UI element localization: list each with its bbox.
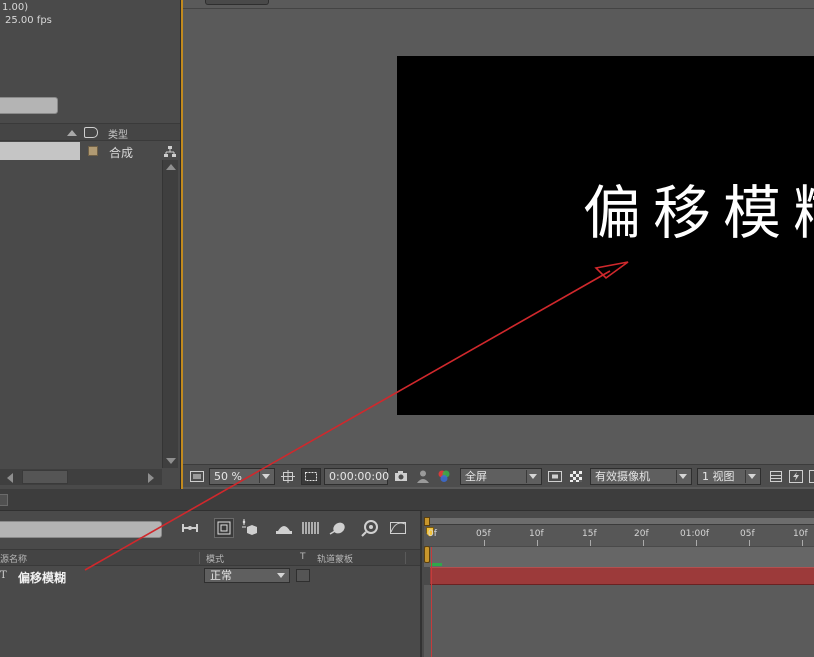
layer-duration-bar[interactable] (430, 567, 814, 585)
ruler-tick (484, 540, 485, 546)
comp-mini-flowchart-icon[interactable] (180, 518, 200, 538)
camera-view-value: 有效摄像机 (595, 470, 650, 483)
column-mode[interactable]: 模式 (206, 552, 224, 565)
live-update-icon (217, 521, 231, 535)
timeline-tab-bar (0, 489, 814, 511)
current-time-indicator-line[interactable] (431, 547, 432, 657)
scroll-thumb[interactable] (22, 470, 68, 484)
timeline-panel: 源名称 模式 T 轨道蒙板 T 偏移模糊 正常 0f 05f 10f 15f 2… (0, 489, 814, 657)
project-item-name[interactable] (0, 142, 80, 160)
project-item-row[interactable]: 合成 (0, 142, 162, 160)
layer-column-header: 源名称 模式 T 轨道蒙板 (0, 549, 420, 566)
ruler-tick-label: 10f (793, 529, 808, 539)
zoom-dropdown[interactable]: 50 % (209, 468, 275, 485)
label-color-swatch[interactable] (88, 146, 98, 156)
brainstorm-icon[interactable] (360, 518, 380, 538)
fit-frame-icon[interactable] (280, 469, 296, 484)
column-divider (405, 552, 406, 564)
timecode-display[interactable]: 0:00:00:00 (324, 468, 389, 485)
blend-mode-value: 正常 (210, 569, 232, 582)
composition-canvas[interactable]: 偏移模糊 (397, 56, 814, 415)
scroll-right-icon[interactable] (148, 473, 154, 483)
preserve-transparency-checkbox[interactable] (296, 569, 310, 582)
column-divider (199, 552, 200, 564)
project-vertical-scrollbar[interactable] (162, 160, 178, 468)
timeline-empty-area (424, 585, 814, 657)
timeline-button-icon[interactable] (808, 469, 814, 484)
motion-blur-icon[interactable] (328, 518, 348, 538)
ruler-tick-label: 10f (529, 529, 544, 539)
comp-info-line: 1.00) (2, 2, 29, 13)
ruler-tick (590, 540, 591, 546)
ruler-tick (643, 540, 644, 546)
graph-editor-icon[interactable] (388, 518, 408, 538)
blend-mode-dropdown[interactable]: 正常 (204, 568, 290, 583)
column-type-label[interactable]: 类型 (108, 126, 128, 141)
close-tab-icon[interactable] (0, 494, 8, 506)
zoom-value: 50 % (214, 470, 242, 483)
flowchart-icon[interactable] (163, 145, 177, 159)
always-preview-icon[interactable] (189, 469, 205, 484)
ruler-tick-label: 05f (476, 529, 491, 539)
viewer-top-divider (183, 8, 814, 9)
ruler-tick (802, 540, 803, 546)
scroll-down-icon[interactable] (166, 458, 176, 464)
project-item-type: 合成 (109, 146, 134, 160)
label-tag-icon[interactable] (84, 127, 98, 138)
layer-search-input[interactable] (0, 521, 162, 538)
cti-handle[interactable] (424, 546, 430, 563)
view-layout-value: 1 视图 (702, 470, 735, 483)
column-source-name[interactable]: 源名称 (0, 552, 27, 565)
safe-zones-icon (305, 472, 317, 481)
project-search-input[interactable] (0, 97, 58, 114)
resolution-value: 全屏 (465, 470, 487, 483)
layer-row[interactable]: T 偏移模糊 正常 (0, 567, 420, 585)
ruler-tick-label: 20f (634, 529, 649, 539)
scroll-left-icon[interactable] (7, 473, 13, 483)
resolution-dropdown[interactable]: 全屏 (460, 468, 542, 485)
project-column-header: 类型 (0, 123, 180, 141)
work-area-bar[interactable] (424, 517, 814, 526)
camera-view-dropdown[interactable]: 有效摄像机 (590, 468, 692, 485)
work-area-start-handle[interactable] (424, 517, 430, 526)
composition-viewer: 偏移模糊 50 % 0:00:00:00 (181, 0, 814, 489)
ruler-tick (537, 540, 538, 546)
text-layer-icon: T (0, 570, 7, 581)
ruler-tick-label: 01:00f (680, 529, 710, 539)
ruler-tick-label: 05f (740, 529, 755, 539)
composition-tab[interactable] (205, 0, 269, 5)
fast-previews-icon[interactable] (788, 469, 804, 484)
viewer-toolbar: 50 % 0:00:00:00 全屏 有效摄像机 1 视图 (183, 464, 814, 487)
frame-blending-icon[interactable] (300, 518, 320, 538)
transparency-grid-icon[interactable] (568, 469, 584, 484)
channels-rgb-icon[interactable] (436, 469, 452, 484)
title-action-safe-button[interactable] (301, 468, 321, 485)
time-ruler[interactable]: 0f 05f 10f 15f 20f 01:00f 05f 10f (424, 517, 814, 546)
project-panel: 1.00) 25.00 fps 类型 合成 (0, 0, 180, 489)
column-t[interactable]: T (300, 552, 306, 562)
scroll-up-icon[interactable] (166, 164, 176, 170)
ruler-tick-label: 15f (582, 529, 597, 539)
timeline-split-divider[interactable] (420, 511, 422, 657)
project-horizontal-scrollbar[interactable] (0, 469, 162, 485)
hide-shy-layers-icon[interactable] (274, 518, 294, 538)
ruler-tick-label: 0f (428, 529, 437, 539)
draft-3d-icon[interactable] (240, 518, 260, 538)
region-of-interest-icon[interactable] (547, 469, 563, 484)
live-update-button[interactable] (214, 518, 234, 538)
view-layout-dropdown[interactable]: 1 视图 (697, 468, 761, 485)
ruler-tick (696, 540, 697, 546)
snapshot-camera-icon[interactable] (393, 469, 409, 484)
sort-ascending-icon[interactable] (67, 130, 77, 136)
comp-fps-line: 25.00 fps (5, 15, 52, 26)
show-snapshot-icon[interactable] (415, 469, 431, 484)
toggle-pixel-aspect-icon[interactable] (768, 469, 784, 484)
render-cache-bar (424, 547, 814, 567)
ruler-tick (749, 540, 750, 546)
layer-name[interactable]: 偏移模糊 (18, 569, 66, 586)
canvas-text-layer[interactable]: 偏移模糊 (583, 184, 814, 242)
column-track-matte[interactable]: 轨道蒙板 (317, 552, 353, 565)
